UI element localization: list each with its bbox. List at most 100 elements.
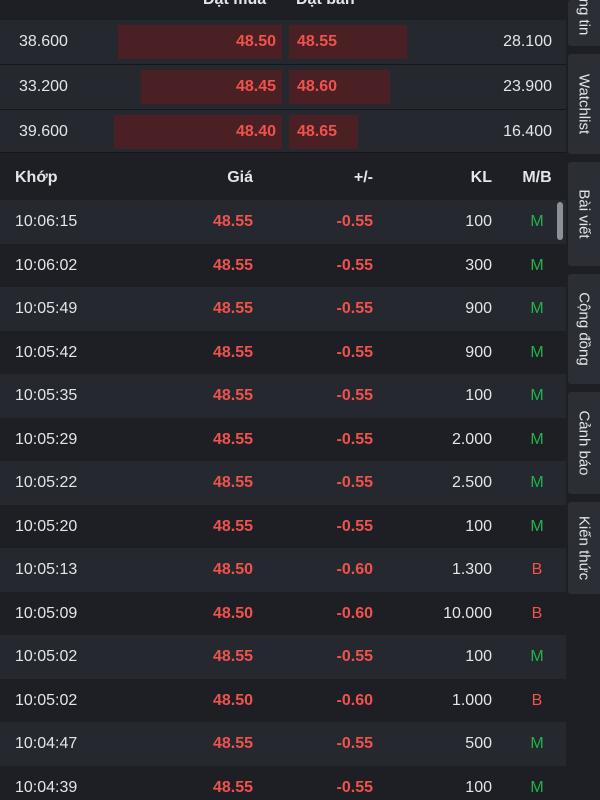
bid-volume: 39.600	[19, 123, 68, 140]
ask-price[interactable]: 48.65	[297, 110, 337, 154]
trade-volume: 100	[465, 213, 492, 230]
trade-price: 48.55	[212, 778, 253, 796]
trade-change: -0.55	[336, 778, 373, 796]
scrollbar-thumb[interactable]	[557, 202, 563, 240]
trade-side: M	[530, 735, 544, 752]
bid-volume: 38.600	[19, 33, 68, 50]
trade-side: M	[530, 343, 544, 361]
trade-change: -0.55	[336, 300, 373, 317]
trade-volume: 100	[465, 778, 492, 796]
orderbook-row: 33.200 48.45 48.60 23.900	[0, 65, 566, 110]
trade-price: 48.55	[212, 343, 253, 361]
trade-volume: 1.300	[451, 561, 492, 578]
bid-price[interactable]: 48.40	[236, 110, 276, 154]
side-tab-label: Cộng đồng	[575, 292, 593, 366]
trade-row[interactable]: 10:05:22 48.55 -0.55 2.500 M	[0, 461, 566, 505]
trade-price: 48.55	[212, 648, 253, 665]
trade-change: -0.55	[336, 648, 373, 665]
bid-price[interactable]: 48.50	[236, 20, 276, 64]
side-tab-alerts[interactable]: Cảnh báo	[568, 392, 600, 494]
trade-side: B	[531, 691, 543, 709]
trade-row[interactable]: 10:04:47 48.55 -0.55 500 M	[0, 722, 566, 766]
ask-volume: 23.900	[503, 78, 552, 95]
trade-row[interactable]: 10:05:02 48.50 -0.60 1.000 B	[0, 678, 566, 722]
trade-time: 10:05:20	[15, 517, 78, 535]
trade-time: 10:05:13	[15, 561, 78, 578]
trade-row[interactable]: 10:05:29 48.55 -0.55 2.000 M	[0, 417, 566, 461]
trade-row[interactable]: 10:05:13 48.50 -0.60 1.300 B	[0, 548, 566, 592]
header-time[interactable]: Khớp	[15, 156, 57, 200]
trade-change: -0.60	[336, 604, 373, 622]
trades-scrollbar[interactable]	[556, 200, 564, 800]
trade-change: -0.55	[336, 735, 373, 752]
trade-change: -0.55	[336, 430, 373, 448]
trade-volume: 2.500	[451, 474, 492, 491]
trade-volume: 1.000	[451, 691, 492, 709]
trade-time: 10:05:42	[15, 343, 78, 361]
trade-side: B	[531, 561, 543, 578]
side-tab-community[interactable]: Cộng đồng	[568, 274, 600, 384]
trade-row[interactable]: 10:05:35 48.55 -0.55 100 M	[0, 374, 566, 418]
orderbook-row: 39.600 48.40 48.65 16.400	[0, 110, 566, 153]
side-tab-label: Kiến thức	[575, 515, 593, 581]
header-change[interactable]: +/-	[354, 156, 373, 200]
trade-volume: 300	[465, 256, 492, 274]
trade-price: 48.55	[212, 474, 253, 491]
trade-change: -0.55	[336, 343, 373, 361]
trade-time: 10:04:47	[15, 735, 78, 752]
side-tab-label: Bài viết	[575, 189, 593, 239]
trade-change: -0.60	[336, 561, 373, 578]
ask-volume: 16.400	[503, 123, 552, 140]
side-tab-news[interactable]: ng tin	[568, 0, 600, 46]
trade-volume: 100	[465, 387, 492, 404]
trade-price: 48.50	[212, 604, 253, 622]
trade-change: -0.55	[336, 474, 373, 491]
trade-volume: 100	[465, 648, 492, 665]
trade-time: 10:06:15	[15, 213, 78, 230]
bid-price[interactable]: 48.45	[236, 65, 276, 109]
trade-side: M	[530, 213, 544, 230]
ask-price[interactable]: 48.60	[297, 65, 337, 109]
trade-side: M	[530, 778, 544, 796]
trade-change: -0.55	[336, 517, 373, 535]
orderbook-header: Đặt mua Đặt bán	[0, 0, 566, 11]
bid-header: Đặt mua	[203, 0, 266, 9]
trade-price: 48.55	[212, 430, 253, 448]
trade-price: 48.50	[212, 561, 253, 578]
trade-row[interactable]: 10:05:09 48.50 -0.60 10.000 B	[0, 591, 566, 635]
trade-time: 10:05:09	[15, 604, 78, 622]
trade-row[interactable]: 10:05:02 48.55 -0.55 100 M	[0, 635, 566, 679]
trade-volume: 900	[465, 343, 492, 361]
trade-row[interactable]: 10:05:20 48.55 -0.55 100 M	[0, 504, 566, 548]
side-tab-knowledge[interactable]: Kiến thức	[568, 502, 600, 594]
trade-price: 48.55	[212, 517, 253, 535]
side-tab-posts[interactable]: Bài viết	[568, 162, 600, 266]
trade-time: 10:06:02	[15, 256, 78, 274]
trade-side: M	[530, 430, 544, 448]
trade-change: -0.55	[336, 213, 373, 230]
header-volume[interactable]: KL	[471, 156, 492, 200]
side-tab-label: Watchlist	[575, 73, 593, 135]
trade-row[interactable]: 10:06:02 48.55 -0.55 300 M	[0, 243, 566, 287]
trade-time: 10:04:39	[15, 778, 78, 796]
trade-price: 48.55	[212, 387, 253, 404]
trade-time: 10:05:22	[15, 474, 78, 491]
trade-row[interactable]: 10:06:15 48.55 -0.55 100 M	[0, 200, 566, 244]
trade-row[interactable]: 10:04:39 48.55 -0.55 100 M	[0, 765, 566, 800]
header-price[interactable]: Giá	[227, 156, 253, 200]
trade-side: M	[530, 648, 544, 665]
trade-price: 48.55	[212, 256, 253, 274]
side-tab-watchlist[interactable]: Watchlist	[568, 54, 600, 154]
app-root: Đặt mua Đặt bán 38.600 48.50 48.55 28.10…	[0, 0, 600, 800]
trade-volume: 500	[465, 735, 492, 752]
trade-row[interactable]: 10:05:42 48.55 -0.55 900 M	[0, 330, 566, 374]
trade-row[interactable]: 10:05:49 48.55 -0.55 900 M	[0, 287, 566, 331]
trade-price: 48.55	[212, 213, 253, 230]
trade-time: 10:05:35	[15, 387, 78, 404]
trade-side: M	[530, 256, 544, 274]
trade-change: -0.60	[336, 691, 373, 709]
trade-volume: 2.000	[451, 430, 492, 448]
header-side[interactable]: M/B	[517, 156, 557, 200]
trade-price: 48.55	[212, 300, 253, 317]
ask-price[interactable]: 48.55	[297, 20, 337, 64]
